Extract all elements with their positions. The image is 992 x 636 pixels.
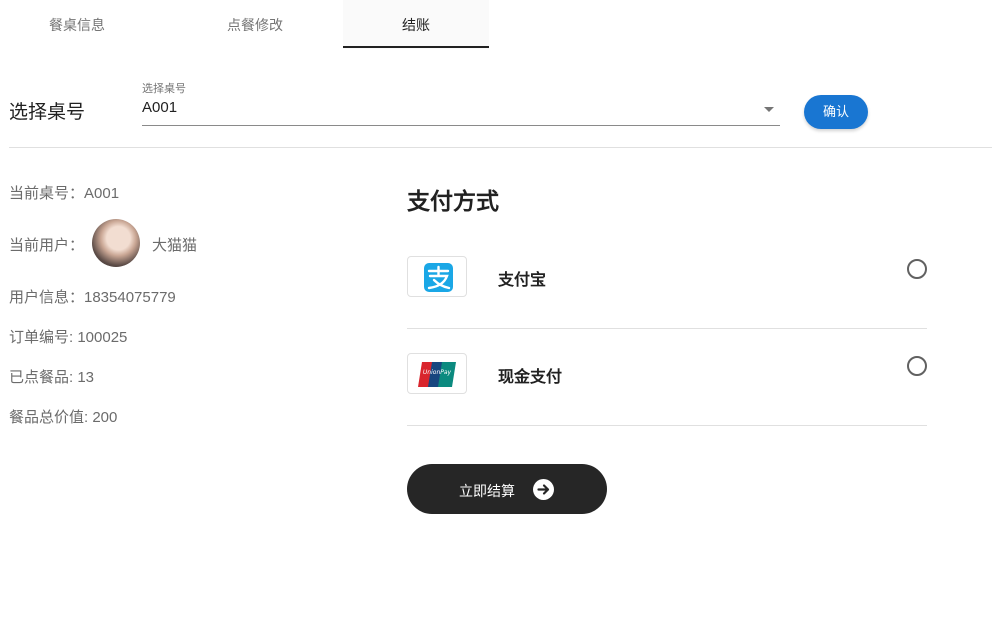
- tab-order-edit[interactable]: 点餐修改: [178, 0, 332, 49]
- table-select-title: 选择桌号: [9, 101, 86, 123]
- table-select-label: 选择桌号: [142, 82, 186, 95]
- current-user-label: 当前用户：: [9, 237, 85, 254]
- radio-alipay[interactable]: [907, 259, 927, 279]
- alipay-logo-icon: [407, 256, 467, 297]
- items-count-text: 已点餐品: 13: [9, 369, 95, 386]
- checkout-button[interactable]: 立即结算: [407, 464, 607, 514]
- payment-name-alipay: 支付宝: [498, 270, 547, 289]
- radio-cash[interactable]: [907, 356, 927, 376]
- tab-table-info[interactable]: 餐桌信息: [0, 0, 154, 49]
- table-select-field[interactable]: 选择桌号 A001: [142, 79, 780, 126]
- avatar: [92, 219, 140, 267]
- current-table-text: 当前桌号：A001: [9, 185, 120, 202]
- tab-checkout[interactable]: 结账: [343, 0, 489, 49]
- table-select-value: A001: [142, 99, 178, 116]
- payment-title: 支付方式: [407, 189, 499, 215]
- svg-text:UnionPay: UnionPay: [423, 369, 452, 376]
- user-phone-text: 用户信息：18354075779: [9, 289, 176, 306]
- payment-option-cash[interactable]: UnionPay 现金支付: [407, 329, 927, 426]
- tab-active-indicator: [343, 46, 489, 48]
- arrow-right-circle-icon: [533, 479, 554, 500]
- order-number-text: 订单编号: 100025: [9, 329, 128, 346]
- unionpay-logo-icon: UnionPay: [407, 353, 467, 394]
- confirm-button[interactable]: 确认: [804, 95, 868, 129]
- payment-name-cash: 现金支付: [498, 367, 563, 386]
- tab-bar: 餐桌信息 点餐修改 结账: [0, 0, 992, 49]
- checkout-label: 立即结算: [459, 483, 515, 499]
- user-name: 大猫猫: [152, 236, 198, 254]
- total-value-text: 餐品总价值: 200: [9, 409, 118, 426]
- payment-option-alipay[interactable]: 支付宝: [407, 232, 927, 329]
- dropdown-arrow-icon[interactable]: [764, 107, 774, 112]
- section-divider: [9, 147, 992, 148]
